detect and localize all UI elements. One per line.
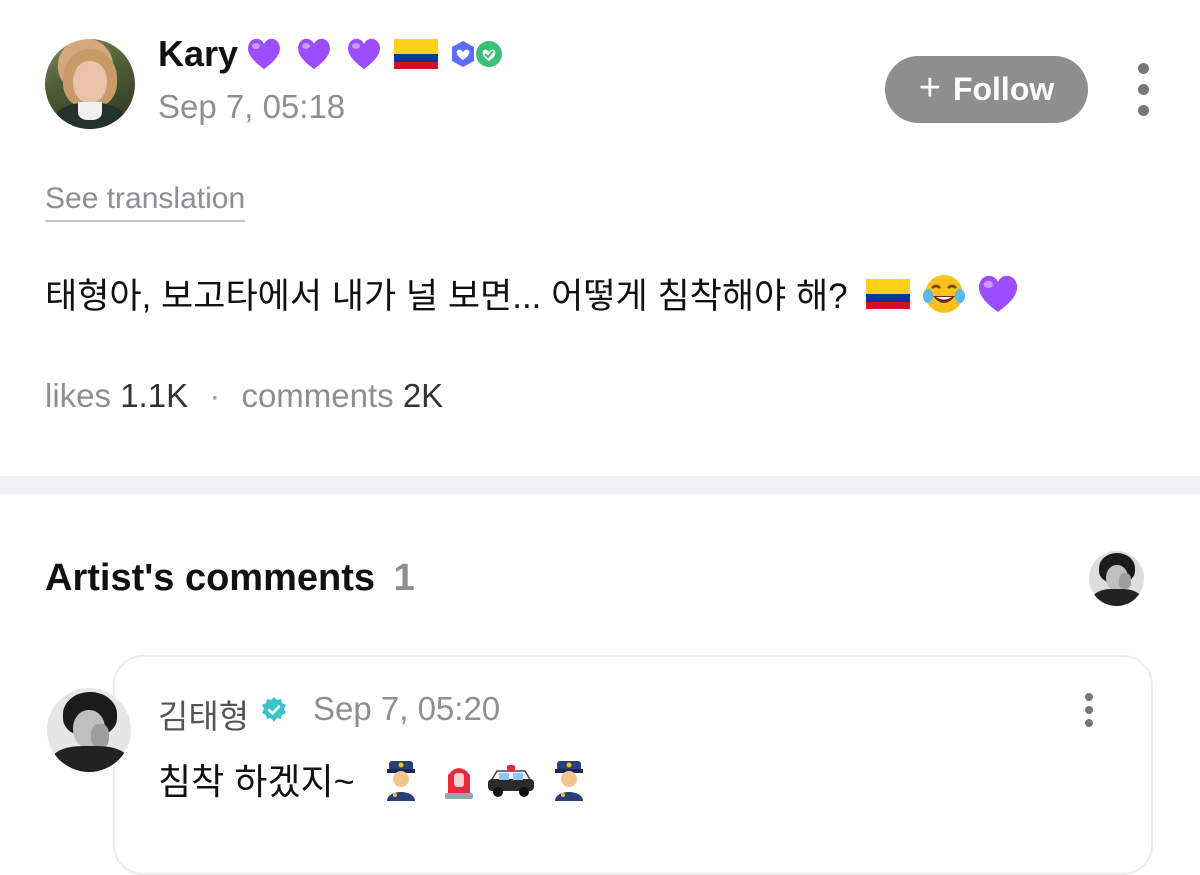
colombia-flag-icon: [394, 39, 439, 69]
rotating-light-icon: [444, 768, 473, 799]
check-heart-badge-icon: [476, 41, 503, 67]
commenter-avatar[interactable]: [47, 688, 131, 772]
section-divider: [0, 476, 1200, 494]
likes-count[interactable]: 1.1K: [120, 377, 188, 414]
tears-of-joy-icon: [922, 274, 965, 313]
purple-heart-icon: [298, 38, 330, 69]
post-stats: likes 1.1K · comments 2K: [45, 377, 443, 415]
follow-button[interactable]: + Follow: [885, 56, 1088, 123]
comments-label[interactable]: comments: [241, 377, 393, 414]
likes-label[interactable]: likes: [45, 377, 111, 414]
follow-label: Follow: [952, 71, 1055, 107]
purple-heart-icon: [978, 275, 1017, 312]
colombia-flag-icon: [865, 278, 910, 309]
stats-separator: ·: [209, 377, 221, 414]
artist-comments-header: Artist's comments 1: [45, 557, 415, 600]
comments-count[interactable]: 2K: [403, 377, 443, 414]
police-officer-icon: [386, 761, 415, 801]
artist-comments-count: 1: [393, 557, 415, 599]
artist-avatar-small[interactable]: [1089, 551, 1144, 606]
post-timestamp: Sep 7, 05:18: [158, 88, 346, 125]
purple-heart-icon: [248, 38, 280, 69]
comment-body: 침착 하겠지~: [158, 753, 589, 805]
verified-badge-icon: [262, 697, 286, 722]
comment-more-options-icon[interactable]: [1078, 690, 1100, 730]
author-avatar[interactable]: [45, 39, 135, 129]
comment-timestamp: Sep 7, 05:20: [313, 690, 501, 727]
artist-comments-title: Artist's comments: [45, 557, 376, 599]
police-officer-icon: [554, 761, 583, 801]
comment-text: 침착 하겠지~: [158, 761, 355, 802]
commenter-name[interactable]: 김태형: [158, 690, 249, 738]
post-body: 태형아, 보고타에서 내가 널 보면... 어떻게 침착해야 해?: [45, 268, 1022, 319]
more-options-icon[interactable]: [1133, 63, 1155, 119]
police-car-icon: [487, 765, 534, 797]
author-name[interactable]: Kary: [158, 33, 238, 75]
purple-heart-icon: [348, 38, 380, 69]
see-translation-link[interactable]: See translation: [45, 182, 246, 222]
post-text: 태형아, 보고타에서 내가 널 보면... 어떻게 침착해야 해?: [45, 277, 848, 316]
plus-icon: +: [918, 67, 941, 109]
